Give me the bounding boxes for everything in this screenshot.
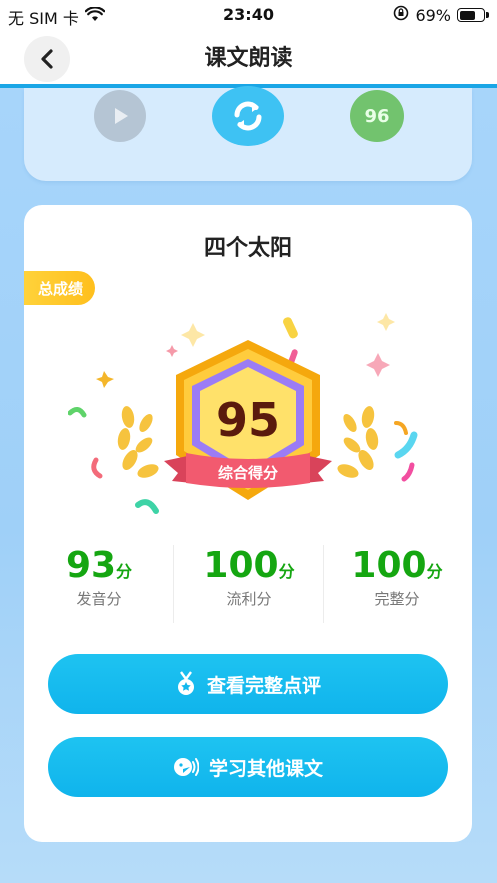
orientation-lock-icon — [393, 5, 409, 25]
completeness-score-unit: 分 — [426, 562, 443, 581]
view-full-review-label: 查看完整点评 — [206, 674, 321, 697]
completeness-score-value: 100 — [351, 545, 427, 586]
view-full-review-button[interactable]: 查看完整点评 — [48, 654, 448, 714]
play-icon — [115, 108, 128, 124]
study-other-lessons-button[interactable]: 学习其他课文 — [48, 737, 448, 797]
total-score-tag: 总成绩 — [24, 271, 96, 305]
player-card: 96 — [24, 86, 472, 181]
score-badge: 95 综合得分 — [68, 305, 428, 530]
pronunciation-score-label: 发音分 — [76, 590, 122, 608]
overall-score-value: 95 — [215, 393, 280, 447]
status-bar: 无 SIM 卡 23:40 69% — [0, 0, 497, 30]
score-breakdown: 93分 发音分 100分 流利分 100分 完整分 — [24, 545, 472, 625]
fluency-score-label: 流利分 — [226, 590, 272, 608]
fluency-score-unit: 分 — [278, 562, 295, 581]
pronunciation-score-value: 93 — [65, 545, 117, 586]
overall-score-label: 综合得分 — [217, 464, 278, 482]
lesson-title: 四个太阳 — [203, 236, 292, 261]
completeness-score: 100分 完整分 — [322, 545, 472, 609]
nav-bar: 课文朗读 — [0, 30, 497, 88]
page-title: 课文朗读 — [204, 46, 293, 71]
replay-button[interactable] — [212, 86, 284, 146]
result-card: 四个太阳 总成绩 95 综合得分 93分 发音分 100分 流利分 100分 完… — [24, 205, 472, 842]
study-other-lessons-label: 学习其他课文 — [208, 757, 323, 780]
pronunciation-score-unit: 分 — [116, 562, 133, 581]
reading-voice-icon — [173, 758, 199, 776]
fluency-score: 100分 流利分 — [174, 545, 324, 609]
score-bubble-button[interactable]: 96 — [350, 90, 404, 142]
pronunciation-score: 93分 发音分 — [24, 545, 174, 609]
medal-icon — [177, 671, 194, 695]
fluency-score-value: 100 — [203, 545, 279, 586]
play-button[interactable] — [94, 90, 146, 142]
refresh-icon — [234, 101, 262, 131]
battery-percent: 69% — [415, 5, 451, 25]
completeness-score-label: 完整分 — [374, 590, 420, 608]
battery-icon — [457, 8, 489, 22]
